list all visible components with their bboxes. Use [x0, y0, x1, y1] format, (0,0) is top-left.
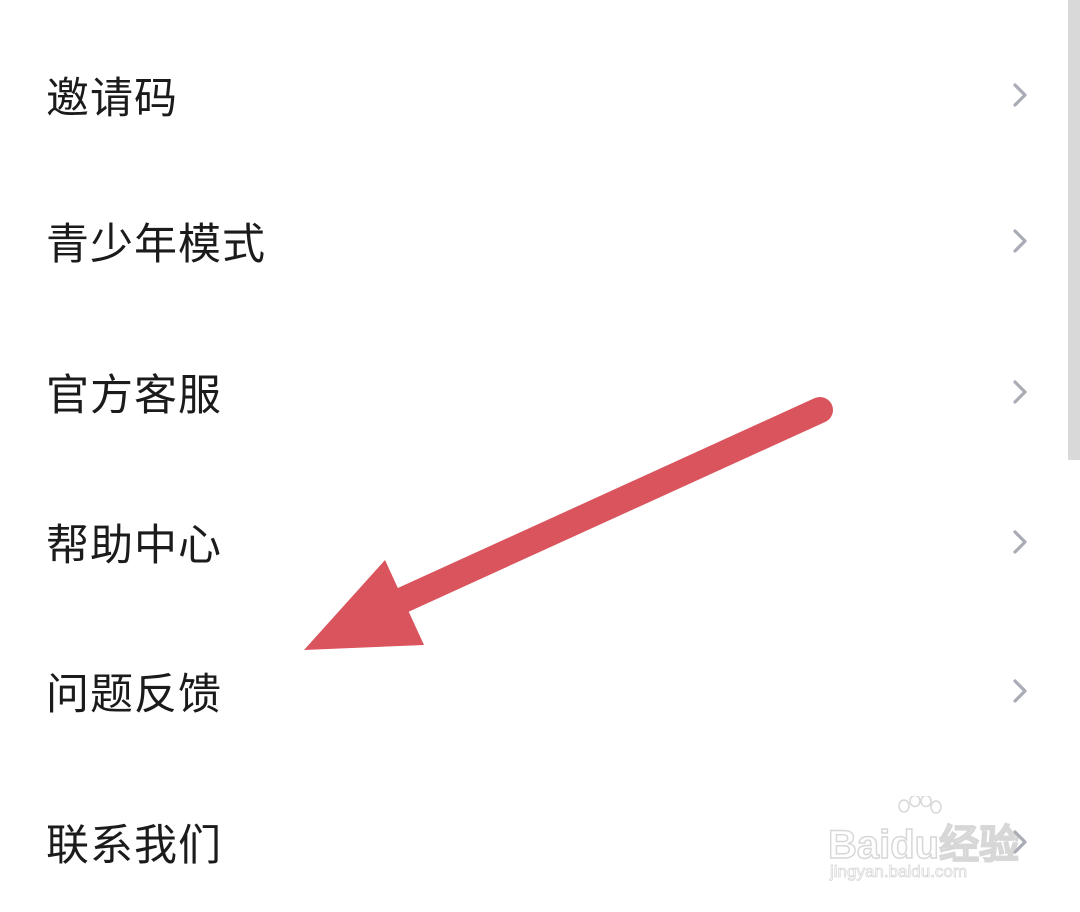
chevron-right-icon: [1013, 830, 1027, 854]
chevron-right-icon: [1013, 229, 1027, 253]
chevron-right-icon: [1013, 530, 1027, 554]
menu-item-label: 帮助中心: [46, 521, 222, 571]
menu-item-invite-code[interactable]: 邀请码: [0, 20, 1068, 170]
menu-item-label: 问题反馈: [46, 670, 222, 720]
menu-item-label: 青少年模式: [46, 220, 266, 270]
menu-item-feedback[interactable]: 问题反馈: [0, 616, 1068, 766]
menu-item-help-center[interactable]: 帮助中心: [0, 467, 1068, 617]
settings-menu-list: 邀请码 青少年模式 官方客服 帮助中心 问题反馈 联系我们: [0, 0, 1068, 912]
menu-item-contact-us[interactable]: 联系我们: [0, 767, 1068, 912]
menu-item-official-support[interactable]: 官方客服: [0, 317, 1068, 467]
menu-item-label: 联系我们: [46, 821, 222, 871]
settings-screen: 邀请码 青少年模式 官方客服 帮助中心 问题反馈 联系我们 Baidu经验 ji…: [0, 0, 1080, 912]
chevron-right-icon: [1013, 679, 1027, 703]
scrollbar[interactable]: [1068, 0, 1080, 460]
chevron-right-icon: [1013, 83, 1027, 107]
menu-item-label: 官方客服: [46, 371, 222, 421]
menu-item-label: 邀请码: [46, 74, 178, 124]
chevron-right-icon: [1013, 380, 1027, 404]
menu-item-teen-mode[interactable]: 青少年模式: [0, 166, 1068, 316]
